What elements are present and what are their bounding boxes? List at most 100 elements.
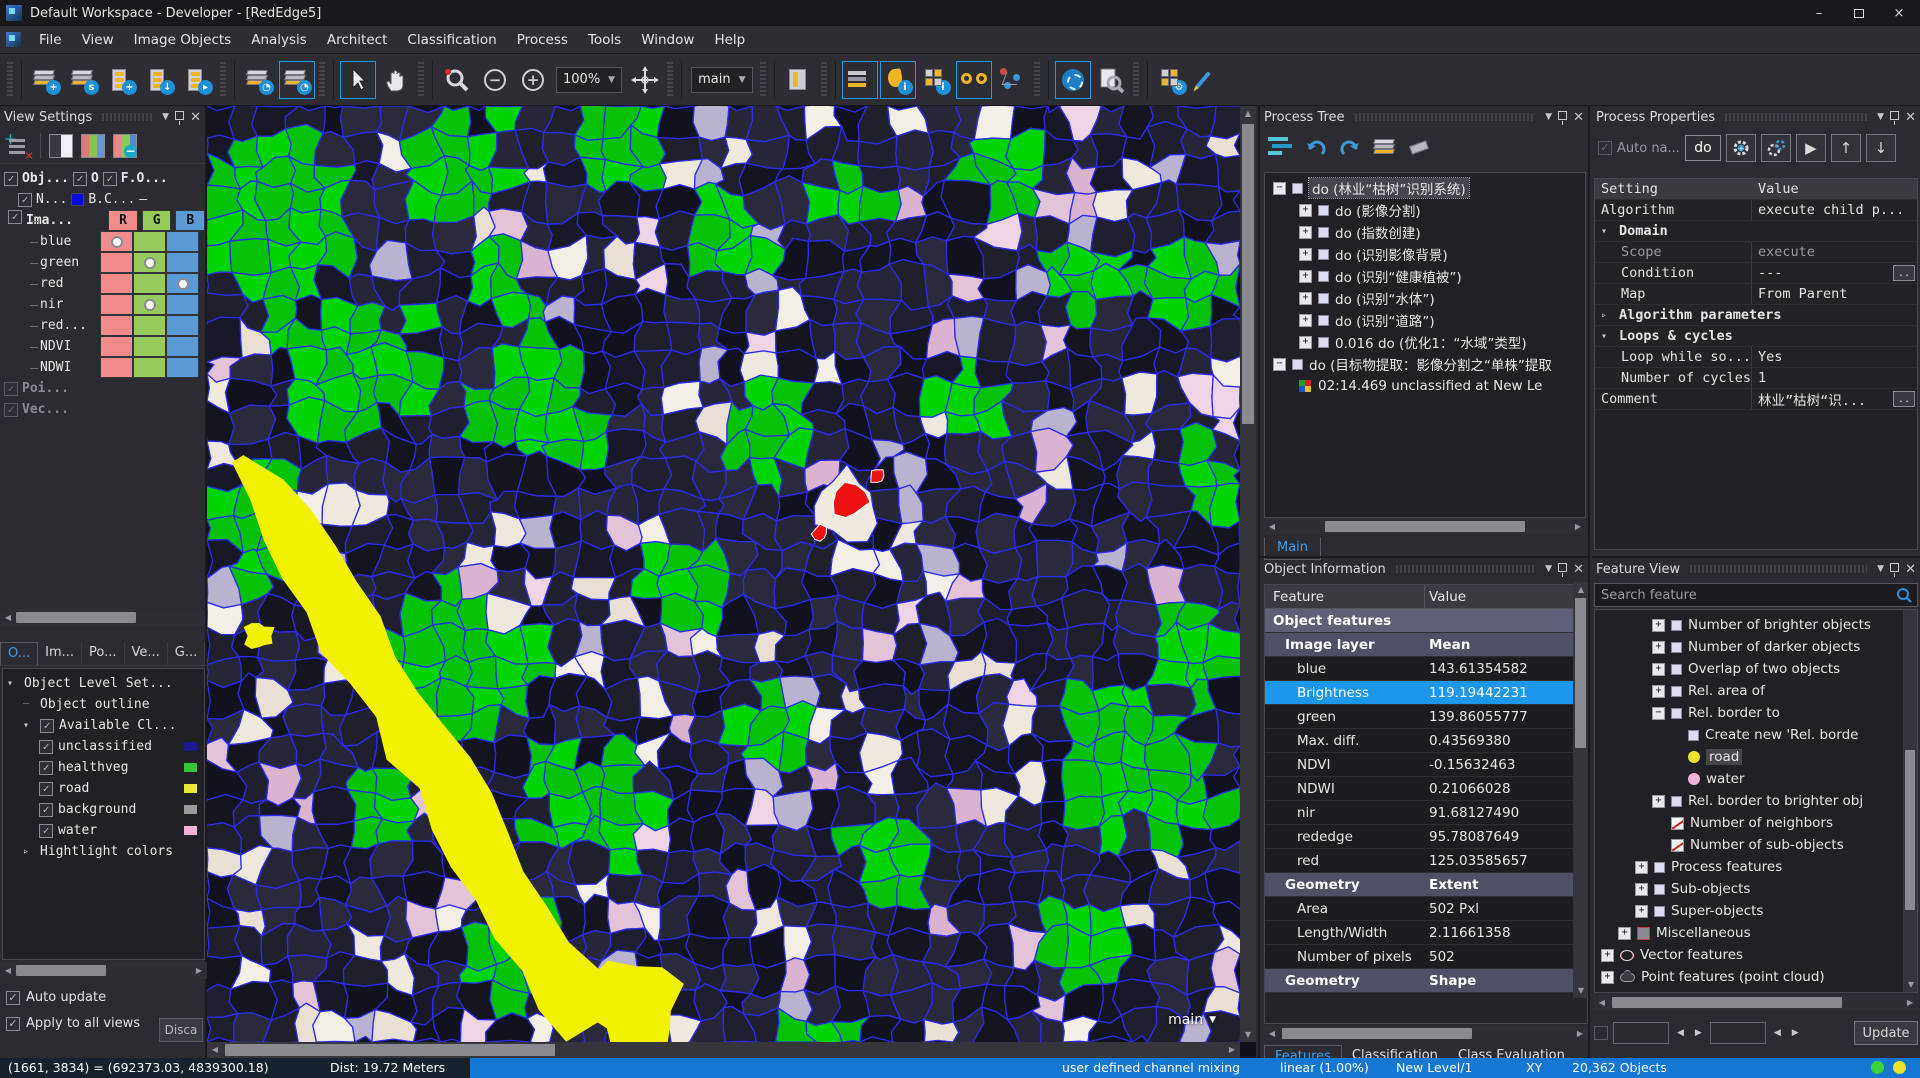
feature-view-vscrollbar[interactable]: ▼ <box>1903 610 1917 992</box>
undo-icon[interactable] <box>1304 135 1328 159</box>
feature-node-water[interactable]: water <box>1595 768 1917 790</box>
measure-button[interactable] <box>1192 61 1228 99</box>
feature-row-red[interactable]: red125.03585657 <box>1265 849 1587 873</box>
expander-icon[interactable]: + <box>1635 883 1648 896</box>
import-scene-button[interactable]: ↓ <box>142 61 178 99</box>
feature-row-object-features[interactable]: Object features <box>1265 609 1587 633</box>
expander-icon[interactable]: + <box>1652 795 1665 808</box>
image-hscrollbar[interactable]: ◀ ▶ <box>207 1042 1240 1058</box>
feature-node-number-of-darker-objects[interactable]: +Number of darker objects <box>1595 636 1917 658</box>
move-up-button[interactable]: ↑ <box>1831 134 1861 162</box>
expander-icon[interactable]: + <box>1652 685 1665 698</box>
pin-icon[interactable] <box>1558 111 1567 120</box>
feature-row-geometry[interactable]: GeometryShape <box>1265 969 1587 993</box>
add-scene-button[interactable]: + <box>104 61 140 99</box>
checkbox[interactable]: ✓ <box>103 172 117 186</box>
zoom-in-button[interactable]: + <box>515 61 551 99</box>
tree-item-water[interactable]: ✓water <box>3 820 204 841</box>
property-row-domain[interactable]: ▾Domain <box>1595 221 1917 242</box>
view-classification-button[interactable]: i <box>880 61 916 99</box>
process-node-6[interactable]: +do (识别“道路”) <box>1265 309 1585 331</box>
menu-window[interactable]: Window <box>631 28 704 52</box>
object-info-hscrollbar[interactable]: ◀▶ <box>1264 1026 1588 1041</box>
ellipsis-button[interactable]: .. <box>1893 391 1915 407</box>
pin-icon[interactable] <box>175 111 184 120</box>
discard-button[interactable]: Disca <box>159 1018 203 1042</box>
mix-cell-G[interactable] <box>133 315 166 336</box>
mix-cell-G[interactable] <box>133 231 166 252</box>
zoom-level-select[interactable]: 100%▼ <box>556 67 622 93</box>
expander-icon[interactable]: + <box>1601 971 1614 984</box>
feature-node-map-features[interactable]: +Map features <box>1595 988 1917 993</box>
pin-icon[interactable] <box>1890 563 1899 572</box>
close-icon[interactable]: ✕ <box>1573 111 1584 124</box>
layer-row-nir[interactable]: nir <box>8 294 205 315</box>
feature-row-number-of-pixels[interactable]: Number of pixels502 <box>1265 945 1587 969</box>
property-row-comment[interactable]: Comment林业”枯树“识..... <box>1595 389 1917 410</box>
tree-item-road[interactable]: ✓road <box>3 778 204 799</box>
expander-icon[interactable]: ▾ <box>1601 331 1613 342</box>
expander-icon[interactable]: − <box>1652 707 1665 720</box>
checkbox[interactable]: ✓ <box>4 382 18 396</box>
expander-icon[interactable]: − <box>1273 358 1286 371</box>
mix-cell-G[interactable] <box>133 357 166 378</box>
algorithm-settings-button[interactable]: + <box>1726 134 1756 162</box>
feature-range-checkbox[interactable]: ✓ <box>1594 1026 1608 1040</box>
layer-row-blue[interactable]: blue <box>8 231 205 252</box>
mix-cell-R[interactable] <box>100 336 133 357</box>
layer-row-red[interactable]: red... <box>8 315 205 336</box>
menu-analysis[interactable]: Analysis <box>241 28 317 52</box>
move-down-button[interactable]: ↓ <box>1866 134 1896 162</box>
property-row-loop-while-so-[interactable]: Loop while so...Yes <box>1595 347 1917 368</box>
feature-row-length-width[interactable]: Length/Width2.11661358 <box>1265 921 1587 945</box>
feature-node-point-features-point-cloud-[interactable]: +Point features (point cloud) <box>1595 966 1917 988</box>
property-row-condition[interactable]: Condition---.. <box>1595 263 1917 284</box>
expander-icon[interactable]: − <box>1273 182 1286 195</box>
expander-icon[interactable]: + <box>1299 292 1312 305</box>
feature-node-number-of-brighter-objects[interactable]: +Number of brighter objects <box>1595 614 1917 636</box>
checkbox[interactable]: ✓ <box>8 210 22 224</box>
mix-cell-R[interactable] <box>100 252 133 273</box>
chevron-down-icon[interactable]: ▼ <box>1877 112 1884 122</box>
process-node-9[interactable]: 02:14.469 unclassified at New Le <box>1265 375 1585 397</box>
feature-node-create-new-rel-borde[interactable]: Create new 'Rel. borde <box>1595 724 1917 746</box>
feature-row-brightness[interactable]: Brightness119.19442231 <box>1265 681 1587 705</box>
three-layer-mix-button[interactable] <box>81 134 105 158</box>
image-vscrollbar[interactable]: ▲ ▼ <box>1240 106 1256 1042</box>
open-scene-button[interactable]: ▸ <box>180 61 216 99</box>
tree-item-unclassified[interactable]: ✓unclassified <box>3 736 204 757</box>
pan-button[interactable] <box>378 61 414 99</box>
feature-node-number-of-sub-objects[interactable]: Number of sub-objects <box>1595 834 1917 856</box>
view-samples-button[interactable]: i <box>918 61 954 99</box>
mix-cell-R[interactable] <box>100 294 133 315</box>
mix-cell-G[interactable] <box>133 252 166 273</box>
tree-item-available-classes[interactable]: ▾✓Available Cl... <box>3 715 204 736</box>
mix-cell-G[interactable] <box>133 273 166 294</box>
menu-view[interactable]: View <box>72 28 124 52</box>
feature-view-hscrollbar[interactable]: ◀▶ <box>1594 995 1918 1010</box>
close-icon[interactable]: ✕ <box>1573 563 1584 576</box>
expander-icon[interactable]: ▾ <box>1601 226 1613 237</box>
image-view[interactable]: ▲ ▼ ◀ ▶ main▼ <box>207 106 1256 1058</box>
search-icon[interactable] <box>1895 586 1913 604</box>
expander-icon[interactable]: + <box>1299 226 1312 239</box>
minimize-button[interactable]: – <box>1802 3 1836 23</box>
expander-icon[interactable]: + <box>1635 861 1648 874</box>
expander-icon[interactable]: + <box>1635 905 1648 918</box>
outline-color-swatch[interactable] <box>71 193 84 206</box>
mix-cell-B[interactable] <box>166 357 199 378</box>
tree-item-object-outline[interactable]: ─Object outline <box>3 694 204 715</box>
object-layer-row[interactable]: ✓ Obj... ✓ O ✓ F.O... <box>4 168 205 189</box>
property-row-algorithm[interactable]: Algorithmexecute child p... <box>1595 200 1917 221</box>
outline-color-row[interactable]: ✓ N... B.C... — <box>4 189 205 210</box>
checkbox[interactable]: ✓ <box>39 761 53 775</box>
feature-node-miscellaneous[interactable]: +Miscellaneous <box>1595 922 1917 944</box>
apply-all-checkbox[interactable]: ✓ <box>6 1017 20 1031</box>
checkbox[interactable]: ✓ <box>39 740 53 754</box>
checkbox[interactable]: ✓ <box>39 824 53 838</box>
new-workspace-button[interactable]: + <box>28 61 64 99</box>
feature-row-ndwi[interactable]: NDWI0.21066028 <box>1265 777 1587 801</box>
close-icon[interactable]: ✕ <box>1905 563 1916 576</box>
delete-process-button[interactable] <box>1408 135 1434 159</box>
min-increment-icon[interactable]: ▶ <box>1692 1028 1705 1038</box>
